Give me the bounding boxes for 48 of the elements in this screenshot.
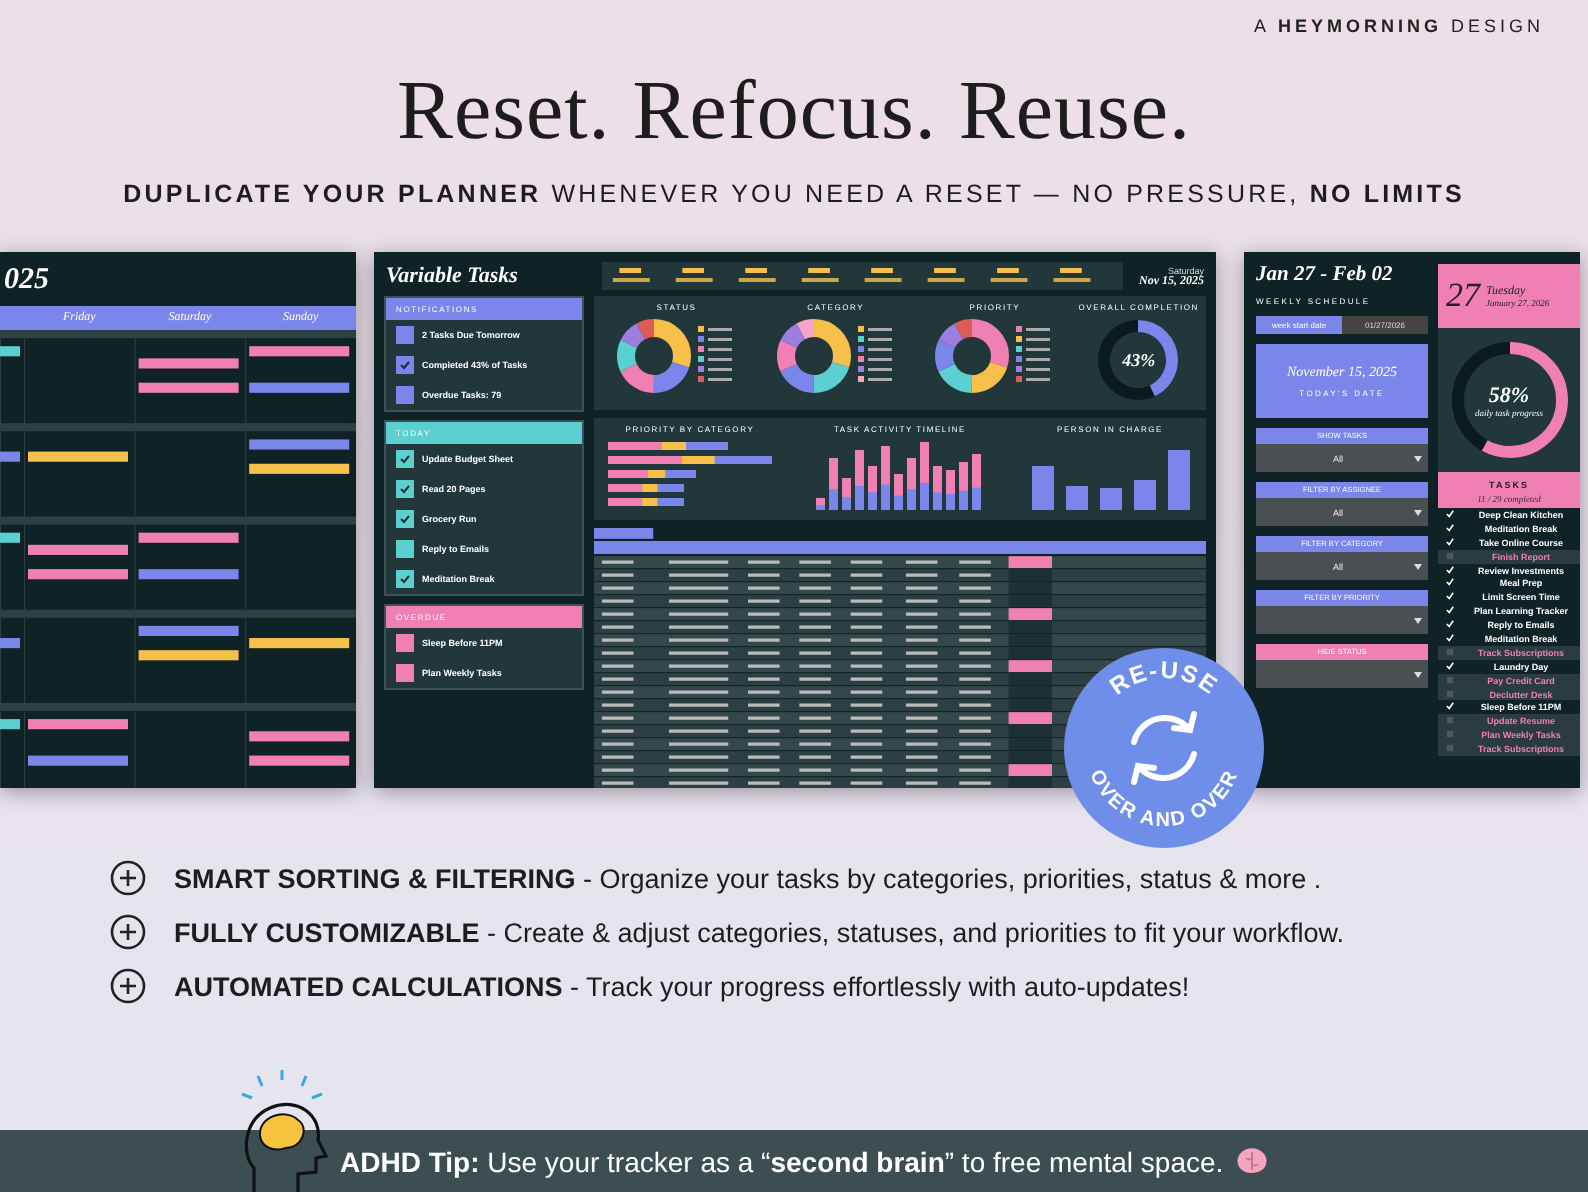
check-icon [1446, 661, 1454, 670]
caret-icon [1414, 509, 1422, 515]
task-checkbox[interactable] [396, 664, 414, 682]
empty-box-icon [1446, 675, 1454, 684]
empty-box-icon [1446, 647, 1454, 656]
donut-chart-drawing [773, 316, 898, 396]
plus-circle-icon [110, 914, 146, 950]
completion-percent: 43% [1122, 350, 1156, 370]
badge-top-text: RE-USE [1104, 655, 1224, 701]
caret-icon [1414, 455, 1422, 461]
plus-circle-icon [110, 860, 146, 896]
progress-percent: 58% [1488, 383, 1530, 407]
check-icon [1446, 702, 1454, 711]
feature-text: SMART SORTING & FILTERING - Organize your tasks by categories, priorities, status & more . [174, 863, 1322, 893]
task-checkbox[interactable] [396, 356, 414, 374]
caret-icon [1414, 617, 1422, 623]
check-icon [400, 514, 410, 524]
task-checkbox[interactable] [396, 510, 414, 528]
task-checkbox[interactable] [396, 480, 414, 498]
empty-box-icon [1446, 730, 1454, 739]
week-title: Jan 27 - Feb 02 [1256, 264, 1395, 286]
empty-box-icon [1446, 744, 1454, 753]
caret-icon [1414, 563, 1422, 569]
task-checkbox[interactable] [396, 540, 414, 558]
calendar-title: 025 [2, 262, 51, 300]
day-number: 27 [1446, 276, 1480, 316]
task-checkbox[interactable] [396, 570, 414, 588]
feature-text: FULLY CUSTOMIZABLE - Create & adjust categories, statuses, and priorities to fit your workflow. [174, 917, 1344, 947]
empty-box-icon [1446, 716, 1454, 725]
brain-icon [1235, 1148, 1268, 1174]
headline: Reset. Refocus. Reuse. [394, 64, 1194, 160]
tip-text: ADHD Tip: Use your tracker as a “second brain” to free mental space. [340, 1145, 1224, 1177]
task-checkbox[interactable] [396, 386, 414, 404]
task-checkbox[interactable] [396, 634, 414, 652]
check-icon [400, 484, 410, 494]
check-icon [400, 574, 410, 584]
plus-circle-icon [110, 968, 146, 1004]
brand-credit: A HEYMORNING DESIGN [1253, 16, 1544, 36]
feature-text: AUTOMATED CALCULATIONS - Track your progress effortlessly with auto-updates! [174, 971, 1190, 1001]
check-icon [400, 360, 410, 370]
caret-icon [1414, 671, 1422, 677]
task-checkbox[interactable] [396, 326, 414, 344]
empty-box-icon [1446, 551, 1454, 560]
empty-box-icon [1446, 689, 1454, 698]
task-checkbox[interactable] [396, 450, 414, 468]
dashboard-title: Variable Tasks [386, 264, 520, 288]
check-icon [400, 454, 410, 464]
subheadline: DUPLICATE YOUR PLANNER WHENEVER YOU NEED A RESET — NO PRESSURE, NO LIMITS [121, 180, 1467, 208]
